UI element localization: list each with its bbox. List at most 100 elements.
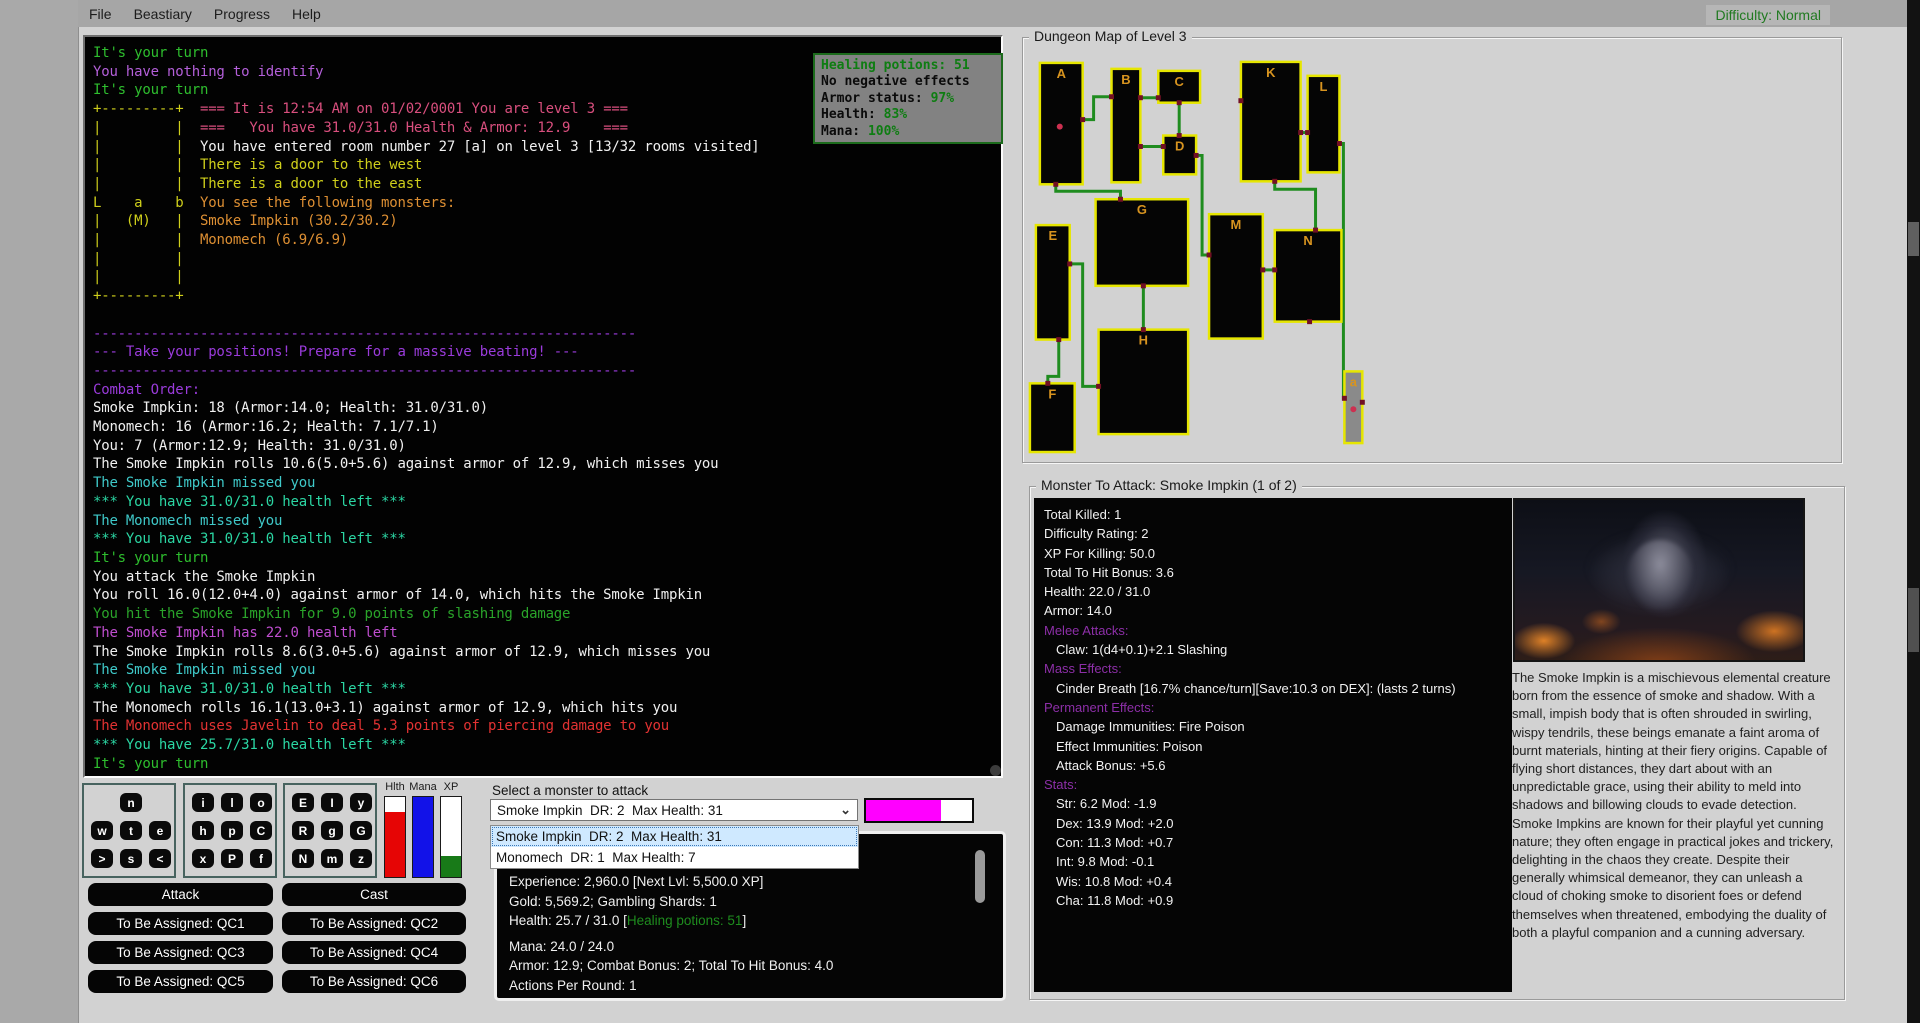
- qc-button-2[interactable]: To Be Assigned: QC2: [282, 912, 466, 935]
- monster-panel: Monster To Attack: Smoke Impkin (1 of 2)…: [1029, 486, 1845, 1000]
- monster-stat-line: Int: 9.8 Mod: -0.1: [1044, 852, 1502, 871]
- map-door: [1207, 252, 1212, 257]
- key-button-h[interactable]: h: [192, 821, 214, 840]
- monster-stat-line: Cinder Breath [16.7% chance/turn][Save:1…: [1044, 679, 1502, 698]
- log-line: The Monomech uses Javelin to deal 5.3 po…: [93, 717, 1001, 736]
- log-line: It's your turn: [93, 755, 1001, 774]
- monster-description: The Smoke Impkin is a mischievous elemen…: [1512, 669, 1836, 942]
- key-button-t[interactable]: t: [120, 821, 142, 840]
- menu-item-help[interactable]: Help: [281, 3, 332, 25]
- monster-portrait-image: [1513, 498, 1805, 662]
- log-line: | |: [93, 250, 1001, 269]
- monster-stat-line: Effect Immunities: Poison: [1044, 737, 1502, 756]
- chevron-down-icon: ⌄: [840, 802, 851, 818]
- keypad-group-1: nwte > s <: [82, 783, 176, 878]
- map-corridor: [1083, 97, 1112, 120]
- key-button-z[interactable]: z: [350, 849, 372, 868]
- log-line: It's your turn: [93, 549, 1001, 568]
- combobox-value: Smoke Impkin DR: 2 Max Health: 31: [497, 803, 723, 818]
- log-line: The Smoke Impkin has 22.0 health left: [93, 624, 1001, 643]
- key-button->[interactable]: >: [91, 849, 113, 868]
- log-line: *** You have 31.0/31.0 health left ***: [93, 493, 1001, 512]
- qc-button-4[interactable]: To Be Assigned: QC4: [282, 941, 466, 964]
- dungeon-map-panel: Dungeon Map of Level 3 ABCDKLEGMNFHa: [1022, 37, 1842, 463]
- menu-item-file[interactable]: File: [78, 3, 123, 25]
- key-button-I[interactable]: I: [321, 793, 343, 812]
- map-room-label-H: H: [1139, 333, 1148, 348]
- status-line: Armor status: 97%: [821, 91, 995, 107]
- log-line: --- Take your positions! Prepare for a m…: [93, 343, 1001, 362]
- map-door: [1109, 94, 1114, 99]
- scrollbar-thumb[interactable]: [1908, 588, 1919, 652]
- dropdown-option-2[interactable]: Monomech DR: 1 Max Health: 7: [491, 847, 858, 868]
- map-room-label-F: F: [1048, 386, 1056, 401]
- key-button-y[interactable]: y: [350, 793, 372, 812]
- log-line: You: 7 (Armor:12.9; Health: 31.0/31.0): [93, 437, 1001, 456]
- key-button-E[interactable]: E: [292, 793, 314, 812]
- map-door: [1313, 228, 1318, 233]
- map-door: [1337, 141, 1342, 146]
- key-button-p[interactable]: p: [221, 821, 243, 840]
- dungeon-map: ABCDKLEGMNFHa: [1023, 38, 1839, 460]
- key-button-e[interactable]: e: [149, 821, 171, 840]
- map-door: [1260, 267, 1265, 272]
- key-button-n[interactable]: n: [120, 793, 142, 812]
- log-line: | | There is a door to the east: [93, 175, 1001, 194]
- right-scrollbar-track[interactable]: [1907, 0, 1920, 1023]
- key-button-o[interactable]: o: [250, 793, 272, 812]
- menu-item-beastiary[interactable]: Beastiary: [123, 3, 203, 25]
- map-corridor: [1196, 155, 1209, 255]
- key-button-N[interactable]: N: [292, 849, 314, 868]
- monster-stat-line: Difficulty Rating: 2: [1044, 524, 1502, 543]
- log-line: *** You have 31.0/31.0 health left ***: [93, 530, 1001, 549]
- menu-item-progress[interactable]: Progress: [203, 3, 281, 25]
- qc-button-6[interactable]: To Be Assigned: QC6: [282, 970, 466, 993]
- monster-select-dropdown[interactable]: Smoke Impkin DR: 2 Max Health: 31Monomec…: [490, 825, 859, 869]
- player-stats-scrollbar-thumb[interactable]: [975, 850, 985, 903]
- attack-button[interactable]: Attack: [88, 883, 273, 906]
- map-room-label-N: N: [1303, 233, 1312, 248]
- selected-monster-health-bar: [864, 798, 974, 823]
- key-button-f[interactable]: f: [250, 849, 272, 868]
- map-door: [1305, 130, 1310, 135]
- key-button-R[interactable]: R: [292, 821, 314, 840]
- cast-button[interactable]: Cast: [282, 883, 466, 906]
- status-line: No negative effects: [821, 74, 995, 90]
- monster-select-combobox[interactable]: Smoke Impkin DR: 2 Max Health: 31 ⌄: [490, 799, 858, 821]
- key-button-m[interactable]: m: [321, 849, 343, 868]
- qc-button-1[interactable]: To Be Assigned: QC1: [88, 912, 273, 935]
- scrollbar-thumb[interactable]: [1908, 222, 1919, 256]
- qc-button-3[interactable]: To Be Assigned: QC3: [88, 941, 273, 964]
- dropdown-option-1[interactable]: Smoke Impkin DR: 2 Max Health: 31: [491, 826, 858, 847]
- key-button-s[interactable]: s: [120, 849, 142, 868]
- monster-stat-line: Permanent Effects:: [1044, 698, 1502, 717]
- key-button-i[interactable]: i: [192, 793, 214, 812]
- log-line: ----------------------------------------…: [93, 325, 1001, 344]
- resize-grip[interactable]: [990, 765, 1001, 776]
- menu-bar: FileBeastiaryProgressHelp: [78, 0, 1908, 27]
- map-room-M: [1209, 214, 1263, 338]
- key-button-<[interactable]: <: [149, 849, 171, 868]
- map-room-label-K: K: [1266, 65, 1276, 80]
- player-stat-line: Health: 25.7 / 31.0 [Healing potions: 51…: [509, 911, 991, 931]
- xp-bar-label: XP: [437, 781, 465, 793]
- xp-bar: [440, 796, 462, 878]
- qc-button-5[interactable]: To Be Assigned: QC5: [88, 970, 273, 993]
- key-button-w[interactable]: w: [91, 821, 113, 840]
- key-button-C[interactable]: C: [250, 821, 272, 840]
- status-line: Healing potions: 51: [821, 58, 995, 74]
- monster-stats-list: Total Killed: 1Difficulty Rating: 2XP Fo…: [1034, 498, 1512, 992]
- key-button-g[interactable]: g: [321, 821, 343, 840]
- key-button-G[interactable]: G: [350, 821, 372, 840]
- key-button-x[interactable]: x: [192, 849, 214, 868]
- player-stat-line: Actions Per Round: 1: [509, 976, 991, 996]
- player-stat-line: Armor: 12.9; Combat Bonus: 2; Total To H…: [509, 956, 991, 976]
- key-button-P[interactable]: P: [221, 849, 243, 868]
- log-line: You attack the Smoke Impkin: [93, 568, 1001, 587]
- status-line: Health: 83%: [821, 107, 995, 123]
- game-log[interactable]: It's your turnYou have nothing to identi…: [83, 35, 1003, 778]
- monster-stat-line: Mass Effects:: [1044, 659, 1502, 678]
- key-button-l[interactable]: l: [221, 793, 243, 812]
- map-door: [1298, 130, 1303, 135]
- map-corridor: [1056, 184, 1121, 199]
